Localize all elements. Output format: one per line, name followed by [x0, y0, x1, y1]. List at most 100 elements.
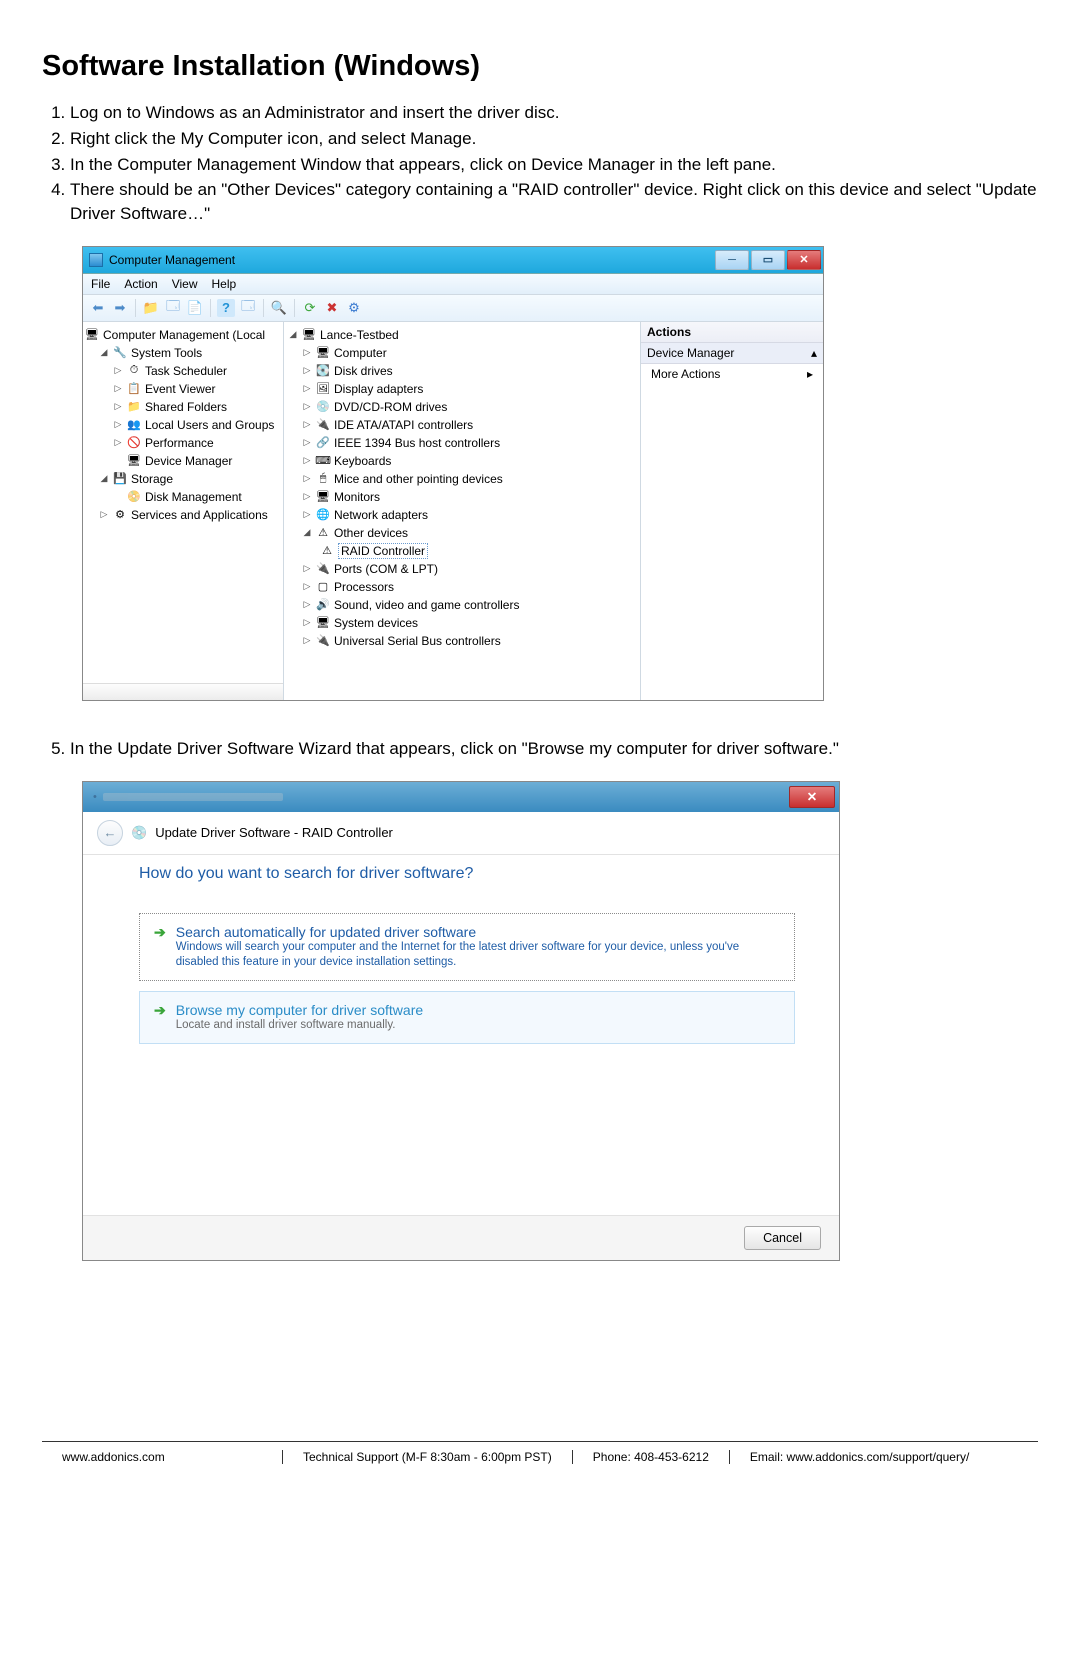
- tree-root[interactable]: Computer Management (Local: [103, 328, 265, 342]
- device-item[interactable]: System devices: [334, 616, 418, 630]
- update-driver-wizard-window: • ✕ ← 💿 Update Driver Software - RAID Co…: [82, 781, 840, 1261]
- option-search-auto[interactable]: ➔ Search automatically for updated drive…: [139, 913, 795, 981]
- tree-item[interactable]: Disk Management: [145, 490, 242, 504]
- device-tree-pane[interactable]: ◢🖥Lance-Testbed ▷🖥Computer ▷💽Disk drives…: [284, 322, 641, 700]
- expander-icon[interactable]: ▷: [302, 455, 312, 466]
- expander-icon[interactable]: ◢: [288, 329, 298, 340]
- tree-item[interactable]: Storage: [131, 472, 173, 486]
- option-browse-computer[interactable]: ➔ Browse my computer for driver software…: [139, 991, 795, 1044]
- device-item[interactable]: Monitors: [334, 490, 380, 504]
- expander-icon[interactable]: ▷: [113, 365, 123, 376]
- device-item[interactable]: IEEE 1394 Bus host controllers: [334, 436, 500, 450]
- expander-icon[interactable]: ▷: [113, 401, 123, 412]
- device-item[interactable]: Computer: [334, 346, 387, 360]
- event-viewer-icon: 📋: [127, 382, 141, 396]
- device-item[interactable]: Network adapters: [334, 508, 428, 522]
- device-icon: 🖼: [316, 382, 330, 396]
- expander-icon[interactable]: ▷: [302, 617, 312, 628]
- expander-icon[interactable]: ▷: [302, 401, 312, 412]
- device-item[interactable]: Keyboards: [334, 454, 391, 468]
- expander-icon[interactable]: ▷: [302, 635, 312, 646]
- device-item[interactable]: Ports (COM & LPT): [334, 562, 438, 576]
- device-item[interactable]: DVD/CD-ROM drives: [334, 400, 447, 414]
- expander-icon[interactable]: ▷: [302, 473, 312, 484]
- device-root[interactable]: Lance-Testbed: [320, 328, 399, 342]
- properties-icon[interactable]: 🗔: [239, 299, 257, 317]
- update-icon[interactable]: ⟳: [301, 299, 319, 317]
- expander-icon[interactable]: ▷: [302, 437, 312, 448]
- list-icon[interactable]: 📄: [186, 299, 204, 317]
- tree-icon[interactable]: 🗔: [164, 299, 182, 317]
- arrow-icon: ➔: [154, 924, 166, 970]
- wizard-titlebar[interactable]: • ✕: [83, 782, 839, 812]
- enable-icon[interactable]: ⚙: [345, 299, 363, 317]
- expander-icon[interactable]: ▷: [302, 509, 312, 520]
- menu-view[interactable]: View: [172, 277, 198, 291]
- tree-item[interactable]: Device Manager: [145, 454, 232, 468]
- page-title: Software Installation (Windows): [42, 50, 1038, 83]
- close-button[interactable]: ✕: [789, 786, 835, 808]
- step-item: Right click the My Computer icon, and se…: [70, 127, 1038, 151]
- cancel-button[interactable]: Cancel: [744, 1226, 821, 1250]
- expander-icon[interactable]: ▷: [302, 581, 312, 592]
- tree-item[interactable]: Performance: [145, 436, 214, 450]
- tree-item[interactable]: Event Viewer: [145, 382, 215, 396]
- back-icon[interactable]: ⬅: [89, 299, 107, 317]
- expander-icon[interactable]: ▷: [302, 347, 312, 358]
- expander-icon[interactable]: ▷: [113, 383, 123, 394]
- uninstall-icon[interactable]: ✖: [323, 299, 341, 317]
- expander-icon[interactable]: ▷: [113, 437, 123, 448]
- more-actions-item[interactable]: More Actions ▸: [641, 364, 823, 384]
- option-description: Locate and install driver software manua…: [176, 1018, 423, 1033]
- menu-action[interactable]: Action: [124, 277, 157, 291]
- window-titlebar[interactable]: Computer Management ─ ▭ ✕: [83, 247, 823, 274]
- minimize-button[interactable]: ─: [715, 250, 749, 270]
- actions-header: Actions: [641, 322, 823, 343]
- menu-file[interactable]: File: [91, 277, 110, 291]
- window-title: Computer Management: [109, 253, 235, 267]
- device-item[interactable]: Disk drives: [334, 364, 393, 378]
- raid-controller-item[interactable]: RAID Controller: [338, 543, 428, 559]
- up-folder-icon[interactable]: 📁: [142, 299, 160, 317]
- tree-item[interactable]: System Tools: [131, 346, 202, 360]
- expander-icon[interactable]: ▷: [302, 383, 312, 394]
- expander-icon[interactable]: ▷: [302, 599, 312, 610]
- device-item[interactable]: Universal Serial Bus controllers: [334, 634, 501, 648]
- device-item[interactable]: IDE ATA/ATAPI controllers: [334, 418, 473, 432]
- tree-item[interactable]: Services and Applications: [131, 508, 268, 522]
- device-item[interactable]: Sound, video and game controllers: [334, 598, 519, 612]
- scan-icon[interactable]: 🔍: [270, 299, 288, 317]
- help-icon[interactable]: ?: [217, 299, 235, 317]
- forward-icon[interactable]: ➡: [111, 299, 129, 317]
- expander-icon[interactable]: ◢: [99, 473, 109, 484]
- raid-icon: ⚠: [320, 544, 334, 558]
- device-item[interactable]: Display adapters: [334, 382, 423, 396]
- tree-item[interactable]: Local Users and Groups: [145, 418, 274, 432]
- close-button[interactable]: ✕: [787, 250, 821, 270]
- users-icon: 👥: [127, 418, 141, 432]
- device-item[interactable]: Other devices: [334, 526, 408, 540]
- device-item[interactable]: Processors: [334, 580, 394, 594]
- maximize-button[interactable]: ▭: [751, 250, 785, 270]
- footer-url: www.addonics.com: [42, 1450, 283, 1464]
- back-button[interactable]: ←: [97, 820, 123, 846]
- expander-icon[interactable]: ▷: [302, 365, 312, 376]
- expander-icon[interactable]: ◢: [302, 527, 312, 538]
- device-icon: 🔌: [316, 634, 330, 648]
- wizard-heading: How do you want to search for driver sof…: [139, 865, 795, 883]
- tree-item[interactable]: Shared Folders: [145, 400, 227, 414]
- actions-subheader[interactable]: Device Manager ▴: [641, 343, 823, 364]
- step-item: In the Update Driver Software Wizard tha…: [70, 737, 1038, 761]
- tree-item[interactable]: Task Scheduler: [145, 364, 227, 378]
- menu-help[interactable]: Help: [212, 277, 237, 291]
- expander-icon[interactable]: ◢: [99, 347, 109, 358]
- collapse-icon[interactable]: ▴: [811, 346, 817, 360]
- expander-icon[interactable]: ▷: [302, 491, 312, 502]
- expander-icon[interactable]: ▷: [99, 509, 109, 520]
- expander-icon[interactable]: ▷: [302, 563, 312, 574]
- left-tree-pane[interactable]: 🖥Computer Management (Local ◢🔧System Too…: [83, 322, 284, 700]
- device-icon: 🌐: [316, 508, 330, 522]
- expander-icon[interactable]: ▷: [302, 419, 312, 430]
- device-item[interactable]: Mice and other pointing devices: [334, 472, 503, 486]
- expander-icon[interactable]: ▷: [113, 419, 123, 430]
